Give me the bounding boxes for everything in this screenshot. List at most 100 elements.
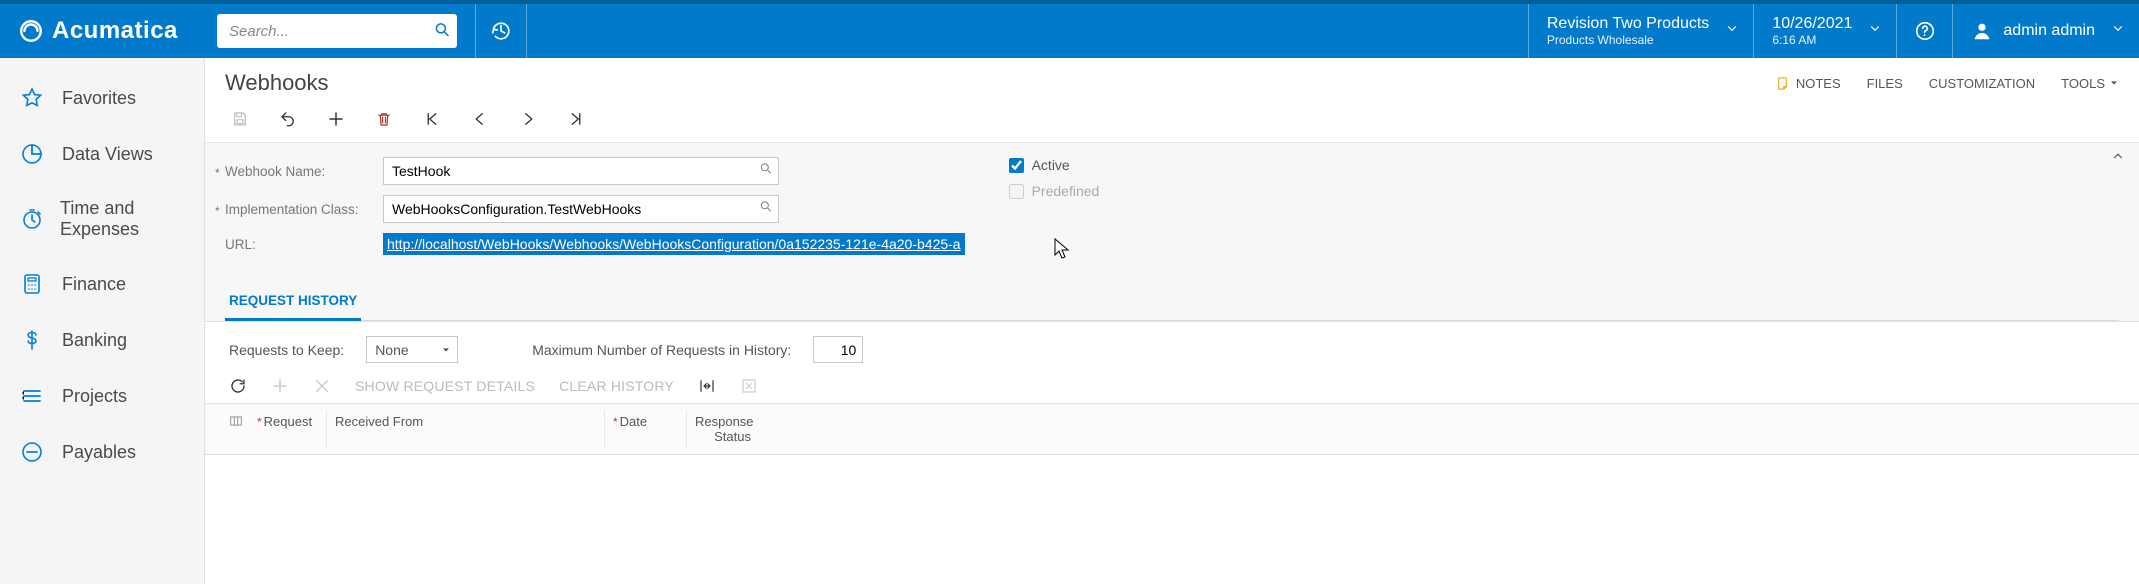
sidebar-item-label: Data Views (62, 144, 153, 165)
col-received-from[interactable]: Received From (327, 410, 605, 448)
customization-link[interactable]: CUSTOMIZATION (1929, 76, 2035, 91)
webhook-name-label: Webhook Name: (225, 164, 383, 179)
tenant-selector[interactable]: Revision Two Products Products Wholesale (1528, 4, 1753, 58)
top-refresh-button[interactable] (475, 4, 527, 58)
chevron-down-icon (1868, 22, 1882, 41)
add-button[interactable] (327, 110, 345, 128)
search-input[interactable] (217, 14, 457, 48)
clear-history-button[interactable]: CLEAR HISTORY (559, 378, 674, 394)
sidebar-item-time-expenses[interactable]: Time and Expenses (0, 182, 204, 256)
help-icon (1914, 20, 1936, 42)
columns-icon (229, 414, 243, 428)
files-link[interactable]: FILES (1867, 76, 1903, 91)
search-icon (433, 21, 451, 39)
star-icon (20, 86, 46, 110)
active-label: Active (1032, 157, 1070, 173)
tenant-sub: Products Wholesale (1547, 33, 1709, 47)
business-date-selector[interactable]: 10/26/2021 6:16 AM (1753, 4, 1896, 58)
tabs: REQUEST HISTORY (225, 283, 2119, 321)
max-requests-input[interactable] (813, 336, 863, 363)
url-label: URL: (225, 237, 383, 252)
search-wrap (217, 14, 457, 48)
x-icon (313, 377, 331, 395)
sidebar-item-label: Time and Expenses (60, 198, 188, 240)
dollar-icon (20, 328, 46, 352)
help-button[interactable] (1896, 4, 1952, 58)
col-response-status[interactable]: Response Status (687, 410, 759, 448)
export-button[interactable] (740, 377, 758, 395)
pie-chart-icon (20, 142, 46, 166)
notes-link[interactable]: NOTES (1775, 76, 1841, 91)
show-request-details-button[interactable]: SHOW REQUEST DETAILS (355, 378, 535, 394)
max-requests-label: Maximum Number of Requests in History: (532, 342, 791, 358)
plus-icon (327, 110, 345, 128)
delete-button[interactable] (375, 110, 393, 128)
trash-icon (375, 110, 393, 128)
prev-button[interactable] (471, 110, 489, 128)
grid-refresh-button[interactable] (229, 377, 247, 395)
first-icon (423, 110, 441, 128)
collapse-button[interactable] (2111, 149, 2125, 168)
calculator-icon (20, 272, 46, 296)
form-area: Webhook Name: Implementation Class: (205, 143, 2139, 322)
selector-button[interactable] (759, 200, 773, 219)
predefined-label: Predefined (1032, 183, 1100, 199)
user-icon (1971, 20, 1993, 42)
sidebar-item-label: Projects (62, 386, 127, 407)
last-icon (567, 110, 585, 128)
tools-menu[interactable]: TOOLS (2061, 76, 2119, 91)
grid-add-button[interactable] (271, 377, 289, 395)
fit-columns-button[interactable] (698, 377, 716, 395)
business-time: 6:16 AM (1772, 33, 1852, 47)
sidebar-item-data-views[interactable]: Data Views (0, 126, 204, 182)
predefined-checkbox-row: Predefined (1009, 183, 1100, 199)
record-toolbar (205, 104, 2139, 143)
note-icon (1775, 76, 1790, 91)
url-value[interactable]: http://localhost/WebHooks/Webhooks/WebHo… (383, 233, 965, 255)
last-button[interactable] (567, 110, 585, 128)
chevron-down-icon (2111, 22, 2125, 41)
layers-icon (20, 384, 46, 408)
export-icon (740, 377, 758, 395)
caret-down-icon (441, 342, 451, 358)
stopwatch-icon (20, 207, 44, 231)
sidebar-item-label: Payables (62, 442, 136, 463)
col-date[interactable]: *Date (605, 410, 687, 448)
sidebar-item-payables[interactable]: Payables (0, 424, 204, 480)
grid-config-button[interactable] (229, 410, 249, 448)
search-icon (759, 200, 773, 214)
first-button[interactable] (423, 110, 441, 128)
requests-to-keep-select[interactable]: None (366, 336, 458, 363)
sidebar-item-label: Favorites (62, 88, 136, 109)
tab-request-history[interactable]: REQUEST HISTORY (225, 283, 361, 320)
next-button[interactable] (519, 110, 537, 128)
active-checkbox[interactable] (1009, 158, 1024, 173)
active-checkbox-row[interactable]: Active (1009, 157, 1100, 173)
impl-class-label: Implementation Class: (225, 202, 383, 217)
selector-button[interactable] (759, 162, 773, 181)
sidebar-item-banking[interactable]: Banking (0, 312, 204, 368)
tenant-name: Revision Two Products (1547, 15, 1709, 33)
search-icon (759, 162, 773, 176)
brand-logo-icon (18, 18, 44, 44)
requests-to-keep-label: Requests to Keep: (229, 342, 344, 358)
grid-delete-button[interactable] (313, 377, 331, 395)
impl-class-input[interactable] (383, 195, 779, 223)
webhook-name-input[interactable] (383, 157, 779, 185)
save-button[interactable] (231, 110, 249, 128)
user-menu[interactable]: admin admin (1952, 4, 2139, 58)
sidebar-item-favorites[interactable]: Favorites (0, 70, 204, 126)
sidebar-item-finance[interactable]: Finance (0, 256, 204, 312)
page-title: Webhooks (225, 70, 329, 96)
col-request[interactable]: *Request (249, 410, 327, 448)
chevron-down-icon (1725, 22, 1739, 41)
undo-button[interactable] (279, 110, 297, 128)
search-button[interactable] (433, 21, 451, 42)
chevron-left-icon (471, 110, 489, 128)
brand-text: Acumatica (52, 17, 178, 45)
caret-down-icon (2109, 78, 2119, 88)
topbar: Acumatica Revision Two Products Products… (0, 0, 2139, 58)
sidebar-item-projects[interactable]: Projects (0, 368, 204, 424)
sidebar-item-label: Banking (62, 330, 127, 351)
brand[interactable]: Acumatica (0, 17, 205, 45)
